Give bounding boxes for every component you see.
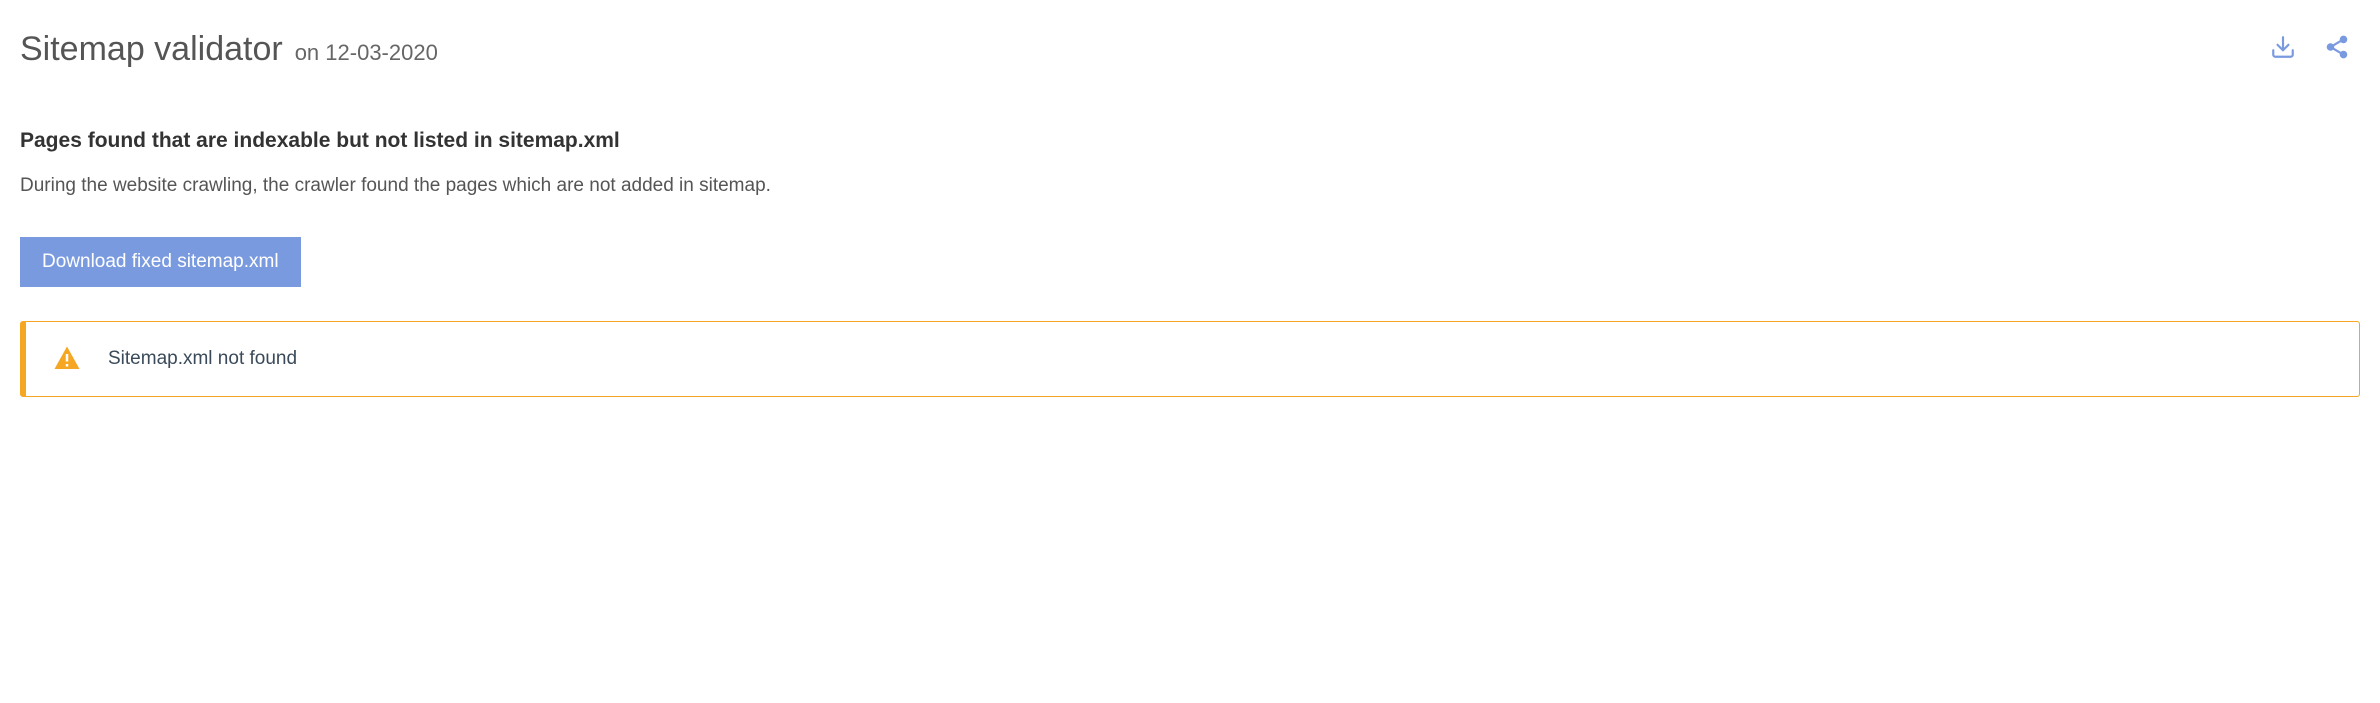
download-icon[interactable] <box>2270 34 2296 65</box>
page-header: Sitemap validator on 12-03-2020 <box>20 30 2360 69</box>
share-icon[interactable] <box>2324 34 2350 65</box>
section-description: During the website crawling, the crawler… <box>20 175 2360 197</box>
page-date: on 12-03-2020 <box>295 40 438 66</box>
alert-message: Sitemap.xml not found <box>108 348 297 370</box>
title-group: Sitemap validator on 12-03-2020 <box>20 30 438 69</box>
warning-icon <box>52 344 82 374</box>
download-fixed-sitemap-button[interactable]: Download fixed sitemap.xml <box>20 237 301 287</box>
page-title: Sitemap validator <box>20 30 283 69</box>
section-heading: Pages found that are indexable but not l… <box>20 129 2360 153</box>
header-actions <box>2270 34 2360 65</box>
alert-box: Sitemap.xml not found <box>20 321 2360 397</box>
